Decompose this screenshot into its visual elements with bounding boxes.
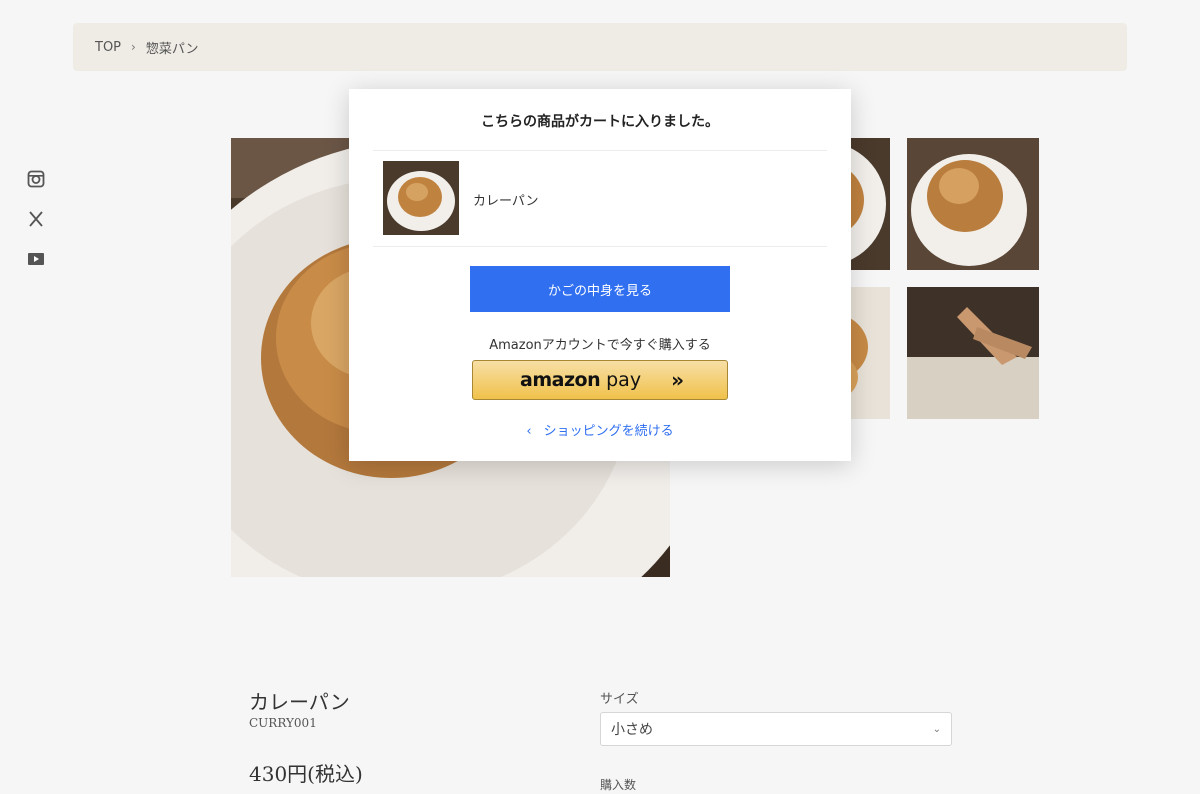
modal-title: こちらの商品がカートに入りました。 (481, 114, 719, 130)
chevron-left-icon: ‹ (526, 424, 532, 439)
amazon-pay-caption: Amazonアカウントで今すぐ購入する (489, 338, 711, 353)
product-name: カレーパン (249, 690, 350, 714)
social-links (27, 170, 47, 290)
product-thumbnail[interactable] (907, 138, 1039, 270)
double-chevron-right-icon: » (671, 368, 684, 392)
size-select-value: 小さめ (611, 722, 653, 738)
continue-shopping-link[interactable]: ‹ ショッピングを続ける (349, 420, 851, 439)
breadcrumb: TOP › 惣菜パン (73, 23, 1127, 71)
added-to-cart-modal: こちらの商品がカートに入りました。 カレーパン かごの中身を見る Amazonア… (349, 89, 851, 461)
divider (373, 150, 827, 151)
continue-shopping-label: ショッピングを続ける (543, 424, 674, 439)
youtube-icon[interactable] (27, 250, 45, 268)
instagram-icon[interactable] (27, 170, 45, 188)
breadcrumb-current[interactable]: 惣菜パン (146, 38, 199, 57)
product-thumbnail[interactable] (907, 287, 1039, 419)
product-price: 430円(税込) (249, 762, 363, 786)
breadcrumb-separator: › (131, 40, 136, 54)
amazon-logo: amazon (520, 369, 601, 391)
view-cart-button[interactable]: かごの中身を見る (470, 266, 730, 312)
quantity-label: 購入数 (600, 778, 637, 792)
breadcrumb-home[interactable]: TOP (95, 40, 121, 55)
amazon-pay-word: pay (606, 369, 642, 391)
x-icon[interactable] (27, 210, 45, 228)
size-select[interactable]: 小さめ ⌄ (600, 712, 952, 746)
chevron-down-icon: ⌄ (932, 723, 941, 735)
cart-item-image (383, 161, 459, 235)
cart-item-name: カレーパン (473, 194, 539, 209)
product-code: CURRY001 (249, 716, 317, 730)
divider (373, 246, 827, 247)
amazon-pay-button[interactable]: amazon pay » (472, 360, 728, 400)
size-label: サイズ (600, 692, 639, 707)
